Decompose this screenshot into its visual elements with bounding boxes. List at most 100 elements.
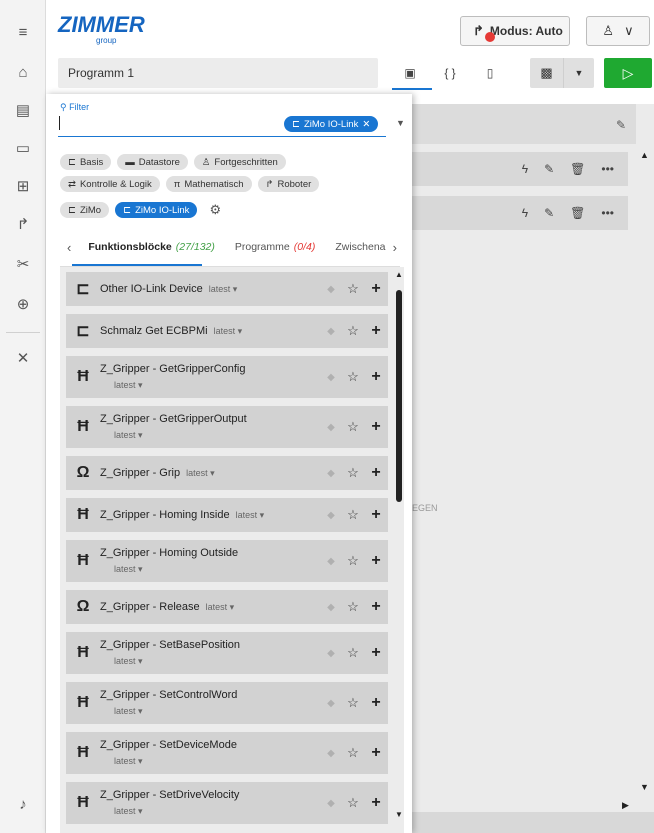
filter-input[interactable] bbox=[58, 136, 386, 137]
add-icon[interactable]: + bbox=[364, 694, 388, 712]
document-view-icon[interactable]: ▯ bbox=[476, 60, 504, 86]
star-icon[interactable]: ☆ bbox=[342, 599, 364, 615]
add-icon[interactable]: + bbox=[364, 506, 388, 524]
gear-icon[interactable]: ⚙ bbox=[209, 202, 221, 218]
editor-scroll-right[interactable]: ▶ bbox=[622, 800, 629, 811]
tag-icon[interactable]: ◆ bbox=[320, 648, 342, 659]
version-dropdown[interactable]: latest ▾ bbox=[206, 602, 235, 612]
version-dropdown[interactable]: latest ▾ bbox=[114, 806, 320, 817]
list-item[interactable]: Ω Z_Gripper - Grip latest ▾ ◆ ☆ + bbox=[66, 456, 388, 490]
user-menu-button[interactable]: ♙ ∨ bbox=[586, 16, 650, 46]
tools-icon[interactable]: ✂ bbox=[8, 250, 38, 278]
editor-scroll-up[interactable]: ▲ bbox=[640, 150, 649, 160]
chevron-right-icon[interactable]: › bbox=[386, 240, 404, 255]
star-icon[interactable]: ☆ bbox=[342, 645, 364, 661]
list-scroll-down[interactable]: ▼ bbox=[395, 810, 403, 819]
version-dropdown[interactable]: latest ▾ bbox=[214, 326, 243, 336]
wand-icon[interactable]: ✕ bbox=[8, 344, 38, 372]
version-dropdown[interactable]: latest ▾ bbox=[114, 430, 320, 441]
star-icon[interactable]: ☆ bbox=[342, 369, 364, 385]
star-icon[interactable]: ☆ bbox=[342, 745, 364, 761]
menu-icon[interactable]: ≡ bbox=[8, 18, 38, 46]
star-icon[interactable]: ☆ bbox=[342, 695, 364, 711]
tab-zwischenablage[interactable]: Zwischena bbox=[325, 228, 385, 266]
add-icon[interactable]: + bbox=[364, 744, 388, 762]
filter-chip-zimo-io-link[interactable]: ⊏ ZiMo IO-Link ✕ bbox=[284, 116, 379, 132]
add-icon[interactable]: + bbox=[364, 644, 388, 662]
list-item[interactable]: Ħ Z_Gripper - SetControlWord latest ▾ ◆ ☆… bbox=[66, 682, 388, 724]
star-icon[interactable]: ☆ bbox=[342, 323, 364, 339]
category-chip-fortgeschritten[interactable]: ♙ Fortgeschritten bbox=[193, 154, 286, 170]
category-chip-kontrolle-logik[interactable]: ⇄ Kontrolle & Logik bbox=[60, 176, 160, 192]
program-name-field[interactable]: Programm 1 bbox=[58, 58, 378, 88]
star-icon[interactable]: ☆ bbox=[342, 507, 364, 523]
bolt-icon[interactable]: ϟ bbox=[522, 206, 528, 220]
star-icon[interactable]: ☆ bbox=[342, 553, 364, 569]
tag-icon[interactable]: ◆ bbox=[320, 284, 342, 295]
version-dropdown[interactable]: latest ▾ bbox=[114, 564, 320, 575]
version-dropdown[interactable]: latest ▾ bbox=[114, 706, 320, 717]
tag-icon[interactable]: ◆ bbox=[320, 422, 342, 433]
star-icon[interactable]: ☆ bbox=[342, 795, 364, 811]
files-icon[interactable]: ▤ bbox=[8, 96, 38, 124]
tag-icon[interactable]: ◆ bbox=[320, 372, 342, 383]
list-item[interactable]: ⊏ Other IO-Link Device latest ▾ ◆ ☆ + bbox=[66, 272, 388, 306]
bolt-icon[interactable]: ϟ bbox=[522, 162, 528, 176]
tag-icon[interactable]: ◆ bbox=[320, 468, 342, 479]
star-icon[interactable]: ☆ bbox=[342, 465, 364, 481]
list-scrollbar[interactable] bbox=[396, 290, 402, 502]
robot-arm-icon[interactable]: ↱ bbox=[8, 210, 38, 238]
add-box-icon[interactable]: ⊕ bbox=[8, 290, 38, 318]
category-chip-roboter[interactable]: ↱ Roboter bbox=[257, 176, 320, 192]
save-button[interactable]: ▩ bbox=[530, 58, 564, 88]
category-chip-mathematisch[interactable]: π Mathematisch bbox=[165, 176, 252, 192]
tag-icon[interactable]: ◆ bbox=[320, 556, 342, 567]
chevron-left-icon[interactable]: ‹ bbox=[60, 240, 78, 255]
add-icon[interactable]: + bbox=[364, 464, 388, 482]
list-item[interactable]: Ħ Z_Gripper - SetDeviceMode latest ▾ ◆ ☆ … bbox=[66, 732, 388, 774]
tag-icon[interactable]: ◆ bbox=[320, 798, 342, 809]
blocks-view-icon[interactable]: ▣ bbox=[396, 60, 424, 86]
list-item[interactable]: Ħ Z_Gripper - Homing Inside latest ▾ ◆ ☆ … bbox=[66, 498, 388, 532]
add-icon[interactable]: + bbox=[364, 280, 388, 298]
close-icon[interactable]: ✕ bbox=[362, 119, 370, 130]
list-item[interactable]: Ħ Z_Gripper - SetBasePosition latest ▾ ◆ … bbox=[66, 632, 388, 674]
version-dropdown[interactable]: latest ▾ bbox=[186, 468, 215, 478]
list-item[interactable]: Ħ Z_Gripper - GetGripperConfig latest ▾ ◆… bbox=[66, 356, 388, 398]
trash-icon[interactable]: 🗑 bbox=[570, 162, 585, 176]
tag-icon[interactable]: ◆ bbox=[320, 326, 342, 337]
list-item[interactable]: ⊏ Schmalz Get ECBPMi latest ▾ ◆ ☆ + bbox=[66, 314, 388, 348]
category-chip-basis[interactable]: ⊏ Basis bbox=[60, 154, 112, 170]
home-icon[interactable]: ⌂ bbox=[8, 58, 38, 86]
trash-icon[interactable]: 🗑 bbox=[570, 206, 585, 220]
tab-funktionsbloecke[interactable]: Funktionsblöcke (27/132) bbox=[78, 228, 225, 266]
list-item[interactable]: Ω Z_Gripper - Release latest ▾ ◆ ☆ + bbox=[66, 590, 388, 624]
version-dropdown[interactable]: latest ▾ bbox=[114, 656, 320, 667]
more-icon[interactable]: ••• bbox=[601, 162, 614, 176]
tag-icon[interactable]: ◆ bbox=[320, 698, 342, 709]
code-view-icon[interactable]: { } bbox=[436, 60, 464, 86]
more-icon[interactable]: ••• bbox=[601, 206, 614, 220]
list-scroll-up[interactable]: ▲ bbox=[395, 270, 403, 279]
edit-icon[interactable]: ✎ bbox=[544, 162, 554, 176]
edit-icon[interactable]: ✎ bbox=[616, 118, 626, 132]
star-icon[interactable]: ☆ bbox=[342, 419, 364, 435]
tag-icon[interactable]: ◆ bbox=[320, 602, 342, 613]
category-chip-zimo-io-link[interactable]: ⊏ ZiMo IO-Link bbox=[115, 202, 198, 218]
version-dropdown[interactable]: latest ▾ bbox=[209, 284, 238, 294]
mode-button[interactable]: ↱ Modus: Auto bbox=[460, 16, 570, 46]
category-chip-zimo[interactable]: ⊏ ZiMo bbox=[60, 202, 110, 218]
program-row[interactable]: ϟ ✎ 🗑 ••• bbox=[396, 196, 628, 230]
editor-scroll-down[interactable]: ▼ bbox=[640, 782, 649, 792]
tag-icon[interactable]: ◆ bbox=[320, 510, 342, 521]
version-dropdown[interactable]: latest ▾ bbox=[114, 380, 320, 391]
blocks-icon[interactable]: ⊞ bbox=[8, 172, 38, 200]
list-item[interactable]: Ħ Z_Gripper - GetGripperOutput latest ▾ ◆… bbox=[66, 406, 388, 448]
music-icon[interactable]: ♪ bbox=[8, 790, 38, 818]
version-dropdown[interactable]: latest ▾ bbox=[236, 510, 265, 520]
add-icon[interactable]: + bbox=[364, 598, 388, 616]
star-icon[interactable]: ☆ bbox=[342, 281, 364, 297]
category-chip-datastore[interactable]: ▬ Datastore bbox=[117, 154, 188, 170]
version-dropdown[interactable]: latest ▾ bbox=[114, 756, 320, 767]
run-button[interactable]: ▷ bbox=[604, 58, 652, 88]
